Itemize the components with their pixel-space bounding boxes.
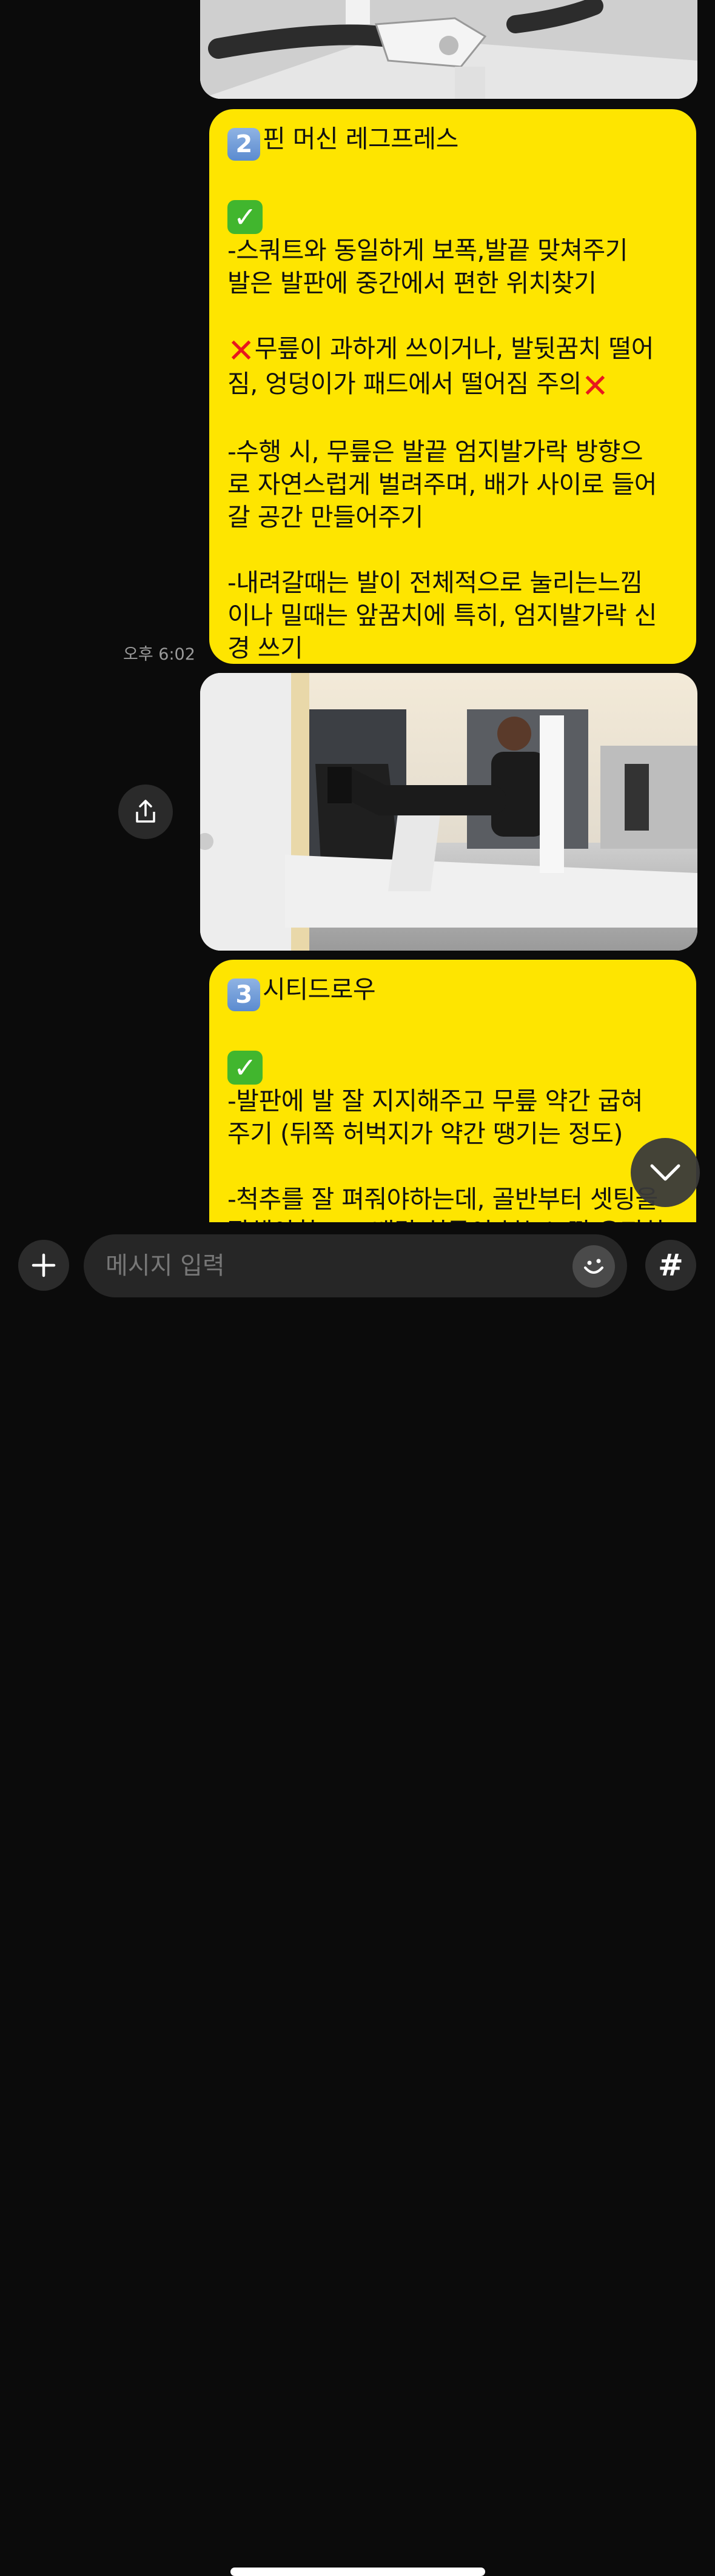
keycap-2-icon: 2 bbox=[227, 128, 260, 161]
emoji-button[interactable] bbox=[572, 1245, 615, 1288]
check-mark-icon: ✓ bbox=[227, 200, 263, 234]
hashtag-button[interactable]: # bbox=[645, 1240, 696, 1291]
attach-button[interactable] bbox=[18, 1240, 69, 1291]
photo-message-leg-press[interactable] bbox=[200, 673, 697, 951]
leg-press-image bbox=[200, 673, 697, 951]
bubble-title: 2핀 머신 레그프레스 bbox=[227, 122, 679, 161]
emoji-icon bbox=[584, 1259, 603, 1274]
message-input-placeholder: 메시지 입력 bbox=[106, 1252, 225, 1280]
cross-mark-icon: ✕ bbox=[227, 332, 255, 370]
chevron-down-icon bbox=[650, 1164, 680, 1181]
home-indicator bbox=[230, 2568, 485, 2576]
plus-icon bbox=[32, 1253, 56, 1277]
message-input-bar: 메시지 입력 # bbox=[0, 1222, 715, 2576]
keycap-3-icon: 3 bbox=[227, 979, 260, 1011]
share-button[interactable] bbox=[118, 785, 173, 839]
chat-area[interactable]: 2핀 머신 레그프레스 ✓ -스쿼트와 동일하게 보폭,발끝 맞쳐주기 발은 발… bbox=[0, 0, 715, 1222]
message-bubble-seated-row[interactable]: 3 시티드로우 ✓ -발판에 발 잘 지지해주고 무릎 약간 굽혀 주기 (뒤쪽 … bbox=[209, 960, 696, 1222]
scroll-to-bottom-button[interactable] bbox=[631, 1138, 700, 1207]
message-timestamp: 오후 6:02 bbox=[123, 645, 195, 664]
share-icon bbox=[136, 800, 155, 823]
gym-equipment-image bbox=[200, 0, 697, 99]
photo-message-gym-equipment[interactable] bbox=[200, 0, 697, 99]
message-bubble-leg-press[interactable]: 2핀 머신 레그프레스 ✓ -스쿼트와 동일하게 보폭,발끝 맞쳐주기 발은 발… bbox=[209, 109, 696, 664]
message-input[interactable]: 메시지 입력 bbox=[84, 1234, 627, 1297]
cross-mark-icon: ✕ bbox=[581, 367, 609, 405]
bubble-title: 3 시티드로우 bbox=[227, 973, 679, 1011]
check-mark-icon: ✓ bbox=[227, 1051, 263, 1085]
